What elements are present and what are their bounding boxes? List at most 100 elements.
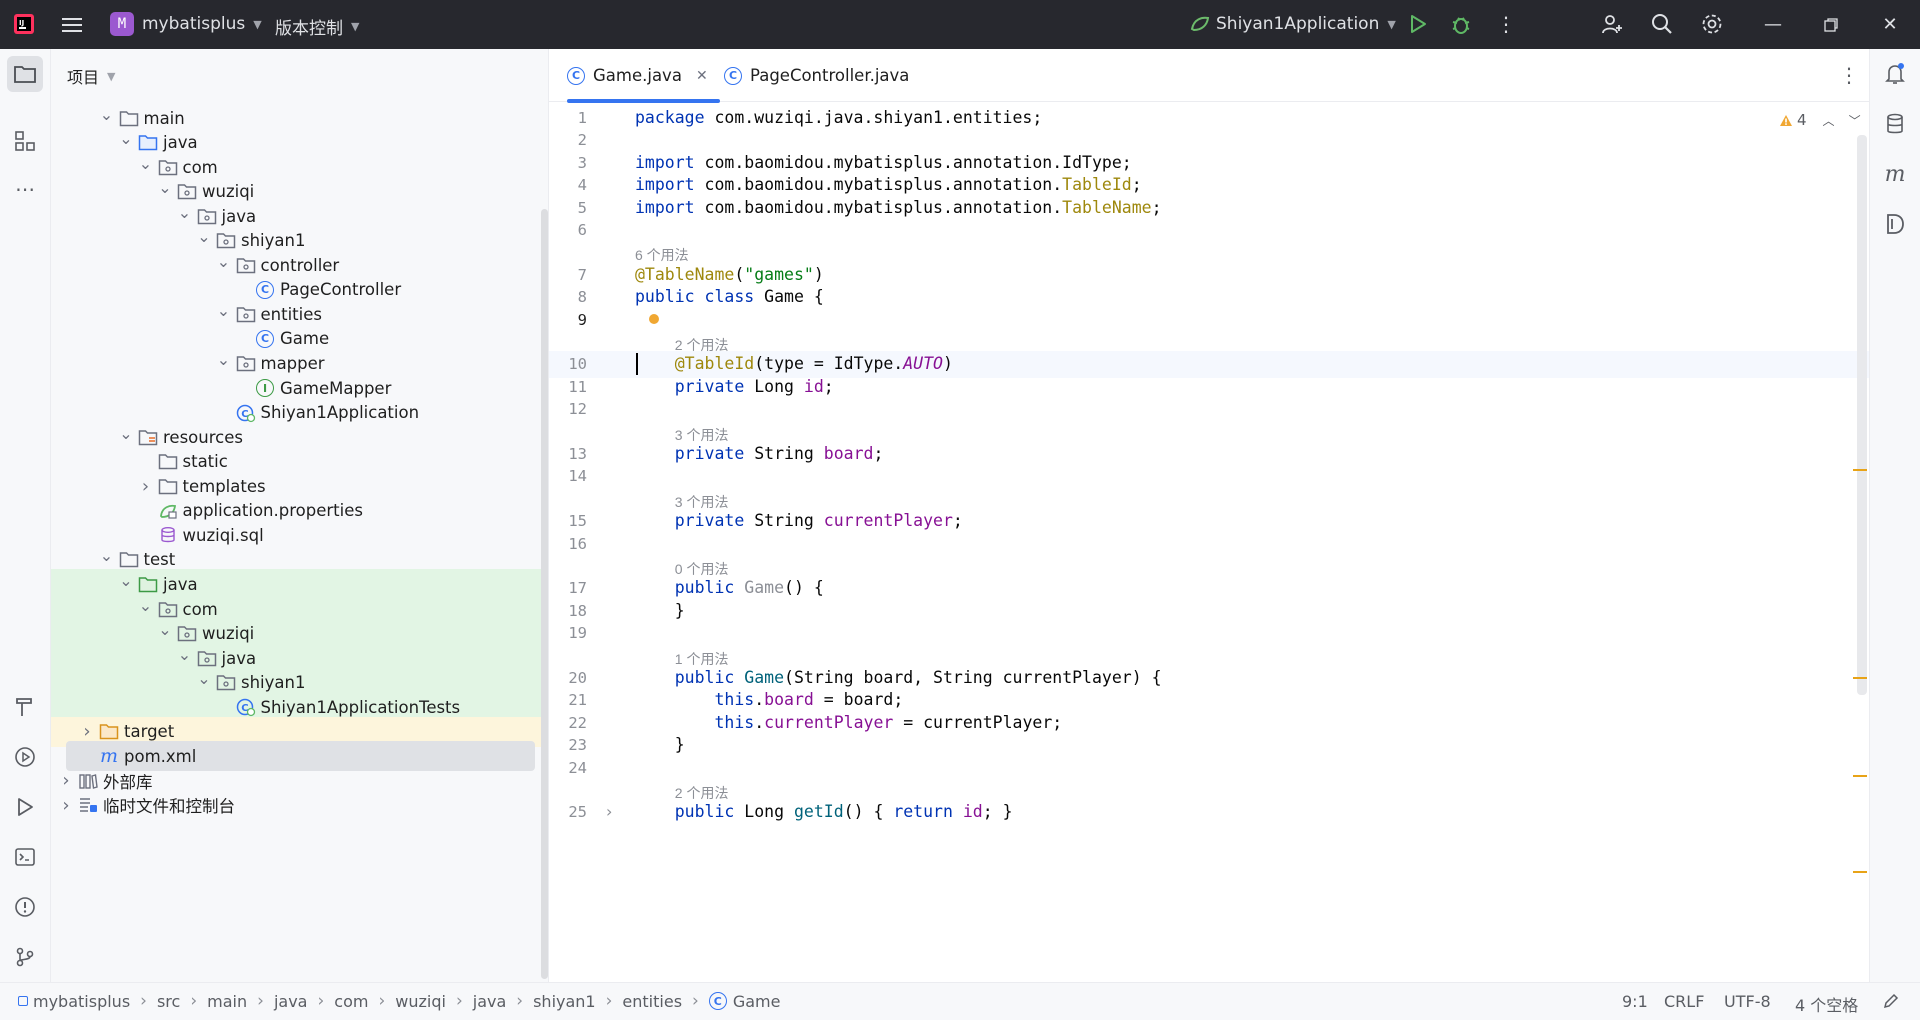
usage-hint[interactable]: 2 个用法 [675,783,729,803]
run-config-selector[interactable]: Shiyan1Application ▼ [1190,14,1396,34]
tab-pagecontroller-java[interactable]: C PageController.java [724,49,909,102]
project-tree-scrollbar[interactable] [541,209,548,979]
fold-toggle-icon[interactable]: › [606,802,612,821]
chevron-down-icon[interactable]: ⌄ [215,301,233,320]
settings-gear-icon[interactable] [1700,12,1724,36]
project-tool-folder-icon[interactable] [7,56,43,92]
run-tool-icon[interactable] [7,789,43,825]
intention-bulb-icon[interactable] [649,314,659,324]
code-editor[interactable]: package com.wuziqi.java.shiyan1.entities… [635,102,1847,982]
usage-hint[interactable]: 2 个用法 [675,335,729,355]
project-panel-header[interactable]: 项目 ▼ [51,49,548,103]
read-only-toggle-icon[interactable] [1882,992,1900,1014]
chevron-down-icon[interactable]: ⌄ [117,129,135,148]
notifications-bell-icon[interactable] [1877,56,1913,92]
main-menu-icon[interactable] [60,12,86,38]
line-number[interactable]: 21 [568,691,587,709]
tab-game-java[interactable]: C Game.java ✕ [567,49,720,103]
warning-marker[interactable] [1853,871,1867,873]
chevron-right-icon[interactable]: › [137,476,155,497]
code-line[interactable]: public Game() { [635,578,824,597]
breadcrumb-item[interactable]: entities [622,992,682,1011]
line-number[interactable]: 23 [568,736,587,754]
warning-marker[interactable] [1853,469,1867,471]
caret-position[interactable]: 9:1 [1622,992,1648,1011]
line-number[interactable]: 18 [568,602,587,620]
line-number[interactable]: 3 [578,154,587,172]
inspection-widget[interactable]: 4 ︿ ﹀ [1779,111,1861,129]
chevron-right-icon[interactable]: › [78,721,96,742]
code-line[interactable]: public Game(String board, String current… [635,668,1162,687]
line-number[interactable]: 6 [578,221,587,239]
vcs-menu[interactable]: 版本控制 ▼ [275,14,359,39]
tab-options-icon[interactable]: ⋮ [1839,63,1859,87]
database-icon[interactable] [1877,106,1913,142]
close-tab-icon[interactable]: ✕ [696,68,708,84]
chevron-down-icon[interactable]: ⌄ [117,571,135,590]
code-line[interactable]: public class Game { [635,287,824,306]
code-line[interactable]: @TableName("games") [635,265,824,284]
chevron-down-icon[interactable]: ⌄ [195,669,213,688]
line-number[interactable]: 4 [578,176,587,194]
warning-marker[interactable] [1853,775,1867,777]
line-number[interactable]: 1 [578,109,587,127]
line-number[interactable]: 15 [568,512,587,530]
line-number[interactable]: 19 [568,624,587,642]
line-number[interactable]: 24 [568,759,587,777]
line-number[interactable]: 17 [568,579,587,597]
code-line[interactable]: private String currentPlayer; [635,511,963,530]
chevron-down-icon[interactable]: ⌄ [117,424,135,443]
line-number[interactable]: 14 [568,467,587,485]
line-number[interactable]: 25 [568,803,587,821]
chevron-down-icon[interactable]: ⌄ [156,178,174,197]
add-user-icon[interactable] [1600,12,1624,36]
git-branch-icon[interactable] [7,939,43,975]
line-number[interactable]: 10 [568,355,587,373]
code-line[interactable]: public Long getId() { return id; } [635,802,1013,821]
structure-icon[interactable] [7,123,43,159]
chevron-down-icon[interactable]: ⌄ [137,596,155,615]
usage-hint[interactable]: 1 个用法 [675,649,729,669]
code-line[interactable]: } [635,735,685,754]
maven-m-icon[interactable]: m [1877,156,1913,192]
line-number[interactable]: 11 [568,378,587,396]
line-number[interactable]: 2 [578,131,587,149]
code-line[interactable]: private Long id; [635,377,834,396]
line-separator[interactable]: CRLF [1664,992,1704,1011]
breadcrumb-item[interactable]: wuziqi [395,992,446,1011]
chevron-down-icon[interactable]: ⌄ [195,227,213,246]
editor-scrollbar[interactable] [1857,135,1867,695]
usage-hint[interactable]: 3 个用法 [675,425,729,445]
indent-setting[interactable]: 4 个空格 [1795,992,1858,1016]
debug-icon[interactable] [1450,13,1472,35]
usage-hint[interactable]: 6 个用法 [635,245,689,265]
project-switcher[interactable]: M mybatisplus ▼ [110,12,262,36]
breadcrumb-item[interactable]: java [473,992,507,1011]
minimize-button[interactable]: — [1749,0,1797,49]
breadcrumb-item[interactable]: src [157,992,180,1011]
breadcrumb-item[interactable]: com [334,992,368,1011]
code-line[interactable]: this.board = board; [635,690,903,709]
intellij-logo-icon[interactable]: IJ [12,12,36,36]
more-tools-icon[interactable]: ⋯ [7,171,43,207]
chevron-down-icon[interactable]: ⌄ [215,252,233,271]
breadcrumb-item[interactable]: main [207,992,247,1011]
next-highlight-icon[interactable]: ﹀ [1849,112,1861,129]
usage-hint[interactable]: 3 个用法 [675,492,729,512]
line-number[interactable]: 16 [568,535,587,553]
previous-highlight-icon[interactable]: ︿ [1823,112,1835,129]
line-number[interactable]: 12 [568,400,587,418]
code-line[interactable]: private String board; [635,444,884,463]
code-line[interactable]: package com.wuziqi.java.shiyan1.entities… [635,108,1042,127]
code-line[interactable]: } [635,601,685,620]
chevron-down-icon[interactable]: ⌄ [176,645,194,664]
problems-icon[interactable] [7,889,43,925]
line-number[interactable]: 20 [568,669,587,687]
breadcrumb-item[interactable]: C Game [708,992,780,1011]
code-line[interactable]: import com.baomidou.mybatisplus.annotati… [635,175,1142,194]
build-hammer-icon[interactable] [7,689,43,725]
line-number[interactable]: 9 [578,311,587,329]
line-number[interactable]: 5 [578,199,587,217]
code-line[interactable]: this.currentPlayer = currentPlayer; [635,713,1062,732]
breadcrumb-item[interactable]: shiyan1 [533,992,596,1011]
